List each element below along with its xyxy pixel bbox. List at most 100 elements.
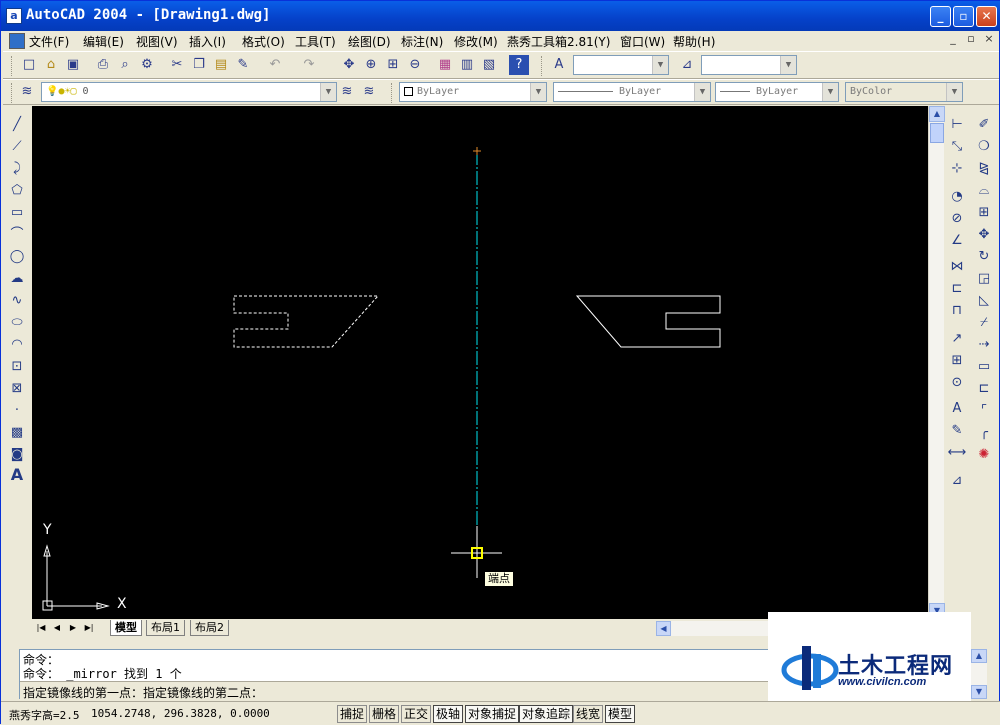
fillet-icon[interactable]: ╭ [974,423,994,443]
paste-icon[interactable]: ▤ [211,55,231,75]
quick-dimension-icon[interactable]: ⋈ [947,257,967,277]
zoom-previous-icon[interactable]: ⊖ [405,55,425,75]
point-icon[interactable]: · [7,401,27,421]
menu-modify[interactable]: 修改(M) [454,33,498,50]
properties-icon[interactable]: ▦ [435,55,455,75]
snap-toggle[interactable]: 捕捉 [337,705,368,723]
extend-icon[interactable]: ⇢ [974,335,994,355]
prev-tab-icon[interactable]: ◀ [50,621,64,635]
menu-edit[interactable]: 编辑(E) [83,33,124,50]
cut-icon[interactable]: ✂ [167,55,187,75]
tool-palettes-icon[interactable]: ▧ [479,55,499,75]
selected-source-shape[interactable] [233,295,380,348]
menu-yanxiu-toolbox[interactable]: 燕秀工具箱2.81(Y) [507,33,610,50]
continue-dimension-icon[interactable]: ⊓ [947,301,967,321]
toolbar-grip[interactable] [11,83,14,103]
menu-format[interactable]: 格式(O) [242,33,285,50]
linear-dimension-icon[interactable]: ⊢ [947,115,967,135]
command-prompt-line[interactable]: 指定镜像线的第一点：指定镜像线的第二点： [20,681,768,700]
publish-icon[interactable]: ⚙ [137,55,157,75]
doc-close-button[interactable]: × [981,32,997,45]
ellipse-icon[interactable]: ⬭ [7,313,27,333]
linetype-combo[interactable]: ByLayer ▼ [553,82,711,102]
dimension-text-edit-icon[interactable]: ✎ [947,421,967,441]
layer-manager-icon[interactable]: ≋ [17,82,37,102]
circle-icon[interactable]: ◯ [7,247,27,267]
construction-line-icon[interactable]: ⟋ [7,137,27,157]
next-tab-icon[interactable]: ▶ [66,621,80,635]
grid-toggle[interactable]: 栅格 [369,705,400,723]
undo-icon[interactable]: ↶ [265,55,285,75]
command-scrollbar[interactable]: ▲ ▼ [971,649,987,699]
text-style-combo[interactable]: ▼ [573,55,669,75]
design-center-icon[interactable]: ▥ [457,55,477,75]
scale-icon[interactable]: ◲ [974,269,994,289]
print-preview-icon[interactable]: ⌕ [115,55,135,75]
menu-window[interactable]: 窗口(W) [620,33,665,50]
toolbar-grip[interactable] [11,56,14,76]
menu-tools[interactable]: 工具(T) [295,33,336,50]
copy-icon[interactable]: ❐ [189,55,209,75]
spline-icon[interactable]: ∿ [7,291,27,311]
dimension-update-icon[interactable]: ⟷ [947,443,967,463]
trim-icon[interactable]: ⌿ [974,313,994,333]
redo-icon[interactable]: ↷ [299,55,319,75]
osnap-toggle[interactable]: 对象捕捉 [465,705,520,723]
menu-draw[interactable]: 绘图(D) [348,33,391,50]
hatch-icon[interactable]: ▩ [7,423,27,443]
tab-layout2[interactable]: 布局2 [190,620,229,636]
open-file-icon[interactable]: ⌂ [41,55,61,75]
model-space-toggle[interactable]: 模型 [605,705,636,723]
join-icon[interactable]: ⊏ [974,379,994,399]
region-icon[interactable]: ◙ [7,445,27,465]
rectangle-icon[interactable]: ▭ [7,203,27,223]
toolbar-grip[interactable] [391,83,394,103]
autocad-app-icon[interactable]: a [6,8,22,24]
save-icon[interactable]: ▣ [63,55,83,75]
scroll-up-icon[interactable]: ▲ [929,106,945,122]
tab-layout1[interactable]: 布局1 [146,620,185,636]
erase-icon[interactable]: ✐ [974,115,994,135]
quick-leader-icon[interactable]: ↗ [947,329,967,349]
explode-icon[interactable]: ✺ [974,445,994,465]
lineweight-toggle[interactable]: 线宽 [573,705,604,723]
zoom-realtime-icon[interactable]: ⊕ [361,55,381,75]
array-icon[interactable]: ⊞ [974,203,994,223]
center-mark-icon[interactable]: ⊙ [947,373,967,393]
layer-combo[interactable]: 💡●☀▢ 0 ▼ [41,82,337,102]
ortho-toggle[interactable]: 正交 [401,705,432,723]
multiline-text-icon[interactable]: A [7,465,27,485]
maximize-button[interactable]: ▫ [953,6,974,27]
revision-cloud-icon[interactable]: ☁ [7,269,27,289]
move-icon[interactable]: ✥ [974,225,994,245]
mirror-icon[interactable]: ⧎ [974,159,994,179]
dimension-edit-icon[interactable]: A [947,399,967,419]
layer-previous-icon[interactable]: ≋ [359,82,379,102]
help-icon[interactable]: ? [509,55,529,75]
scroll-thumb[interactable] [930,123,944,143]
dimension-style-icon[interactable]: ⊿ [947,471,967,491]
scroll-left-icon[interactable]: ◀ [656,621,671,636]
color-combo[interactable]: ByLayer ▼ [399,82,547,102]
chamfer-icon[interactable]: ⌜ [974,401,994,421]
arc-icon[interactable]: ⌒ [7,225,27,245]
menu-file[interactable]: 文件(F) [29,33,69,50]
make-layer-current-icon[interactable]: ≋ [337,82,357,102]
doc-minimize-button[interactable]: _ [945,32,961,45]
diameter-dimension-icon[interactable]: ⊘ [947,209,967,229]
radius-dimension-icon[interactable]: ◔ [947,187,967,207]
make-block-icon[interactable]: ⊠ [7,379,27,399]
otrack-toggle[interactable]: 对象追踪 [519,705,574,723]
text-style-icon[interactable]: A [549,55,569,75]
insert-block-icon[interactable]: ⊡ [7,357,27,377]
polar-toggle[interactable]: 极轴 [433,705,464,723]
tab-model[interactable]: 模型 [110,620,142,636]
menu-help[interactable]: 帮助(H) [673,33,715,50]
baseline-dimension-icon[interactable]: ⊏ [947,279,967,299]
match-properties-icon[interactable]: ✎ [233,55,253,75]
ellipse-arc-icon[interactable]: ◠ [7,335,27,355]
ordinate-dimension-icon[interactable]: ⊹ [947,159,967,179]
first-tab-icon[interactable]: |◀ [34,621,48,635]
scroll-down-icon[interactable]: ▼ [971,685,987,699]
print-icon[interactable]: ⎙ [93,55,113,75]
